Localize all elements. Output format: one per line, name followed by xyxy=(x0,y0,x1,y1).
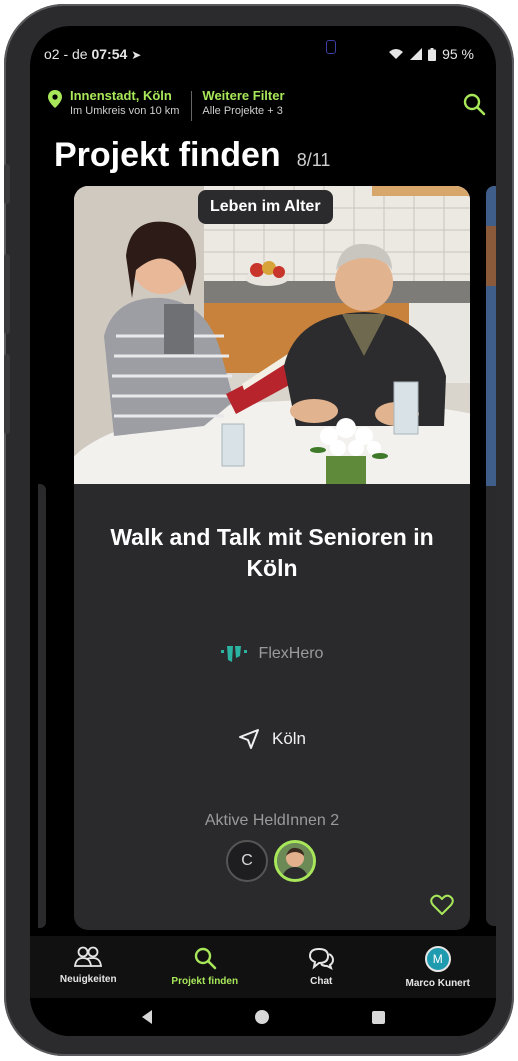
avatar: M xyxy=(424,946,451,972)
next-card-peek[interactable] xyxy=(486,186,496,926)
phone-frame: o2 - de 07:54 ➤ 95 % Innenstadt, Köln Im… xyxy=(4,4,514,1056)
location-pin-icon xyxy=(48,90,62,108)
page-header: Projekt finden 8/11 xyxy=(54,136,330,175)
screen: o2 - de 07:54 ➤ 95 % Innenstadt, Köln Im… xyxy=(30,26,496,1036)
avatar-photo xyxy=(277,843,313,879)
location-filter-radius: Im Umkreis von 10 km xyxy=(70,105,180,117)
recent-apps-icon[interactable] xyxy=(371,1010,385,1024)
side-button xyxy=(4,164,10,204)
status-right: 95 % xyxy=(388,46,474,62)
location-filter[interactable]: Innenstadt, Köln Im Umkreis von 10 km xyxy=(70,88,179,119)
tab-label: Marco Kunert xyxy=(405,978,470,989)
tab-chat[interactable]: Chat xyxy=(263,936,380,998)
search-icon[interactable] xyxy=(462,92,486,116)
chat-icon xyxy=(309,947,335,970)
more-filters-title: Weitere Filter xyxy=(202,88,285,103)
battery-percent: 95 % xyxy=(442,46,474,62)
more-filters-summary: Alle Projekte + 3 xyxy=(202,105,283,117)
organization-name: FlexHero xyxy=(258,645,324,662)
tab-label: Chat xyxy=(310,976,333,987)
heart-icon[interactable] xyxy=(430,894,454,916)
organization-row[interactable]: FlexHero xyxy=(74,642,470,666)
status-left: o2 - de 07:54 ➤ xyxy=(44,46,141,62)
front-camera xyxy=(326,40,336,54)
status-bar: o2 - de 07:54 ➤ 95 % xyxy=(30,26,496,86)
back-icon[interactable] xyxy=(141,1010,152,1024)
tab-label: Projekt finden xyxy=(171,976,239,987)
next-card-image xyxy=(486,186,496,486)
category-badge: Leben im Alter xyxy=(198,190,333,224)
previous-card-peek[interactable] xyxy=(38,484,46,928)
project-image xyxy=(74,186,470,484)
signal-icon xyxy=(410,48,423,60)
project-card[interactable]: Leben im Alter Walk and Talk mit Seniore… xyxy=(74,186,470,930)
tab-profile[interactable]: M Marco Kunert xyxy=(380,936,497,998)
system-nav-bar xyxy=(30,998,496,1036)
carrier: o2 - de xyxy=(44,46,88,62)
avatar[interactable]: C xyxy=(226,840,268,882)
tab-label: Neuigkeiten xyxy=(59,974,117,985)
filter-bar: Innenstadt, Köln Im Umkreis von 10 km We… xyxy=(48,88,478,126)
tab-find-project[interactable]: Projekt finden xyxy=(147,936,264,998)
more-filters[interactable]: Weitere Filter Alle Projekte + 3 xyxy=(202,88,284,119)
wifi-icon xyxy=(389,49,404,59)
people-icon xyxy=(74,946,103,967)
filter-divider xyxy=(191,91,193,121)
heroes-avatars: C xyxy=(226,840,316,882)
search-icon xyxy=(194,947,217,970)
bottom-tab-bar: Neuigkeiten Projekt finden Chat M Marco … xyxy=(30,936,496,998)
project-title: Walk and Talk mit Senioren in Köln xyxy=(110,524,434,581)
location-arrow-icon: ➤ xyxy=(131,48,142,62)
battery-icon xyxy=(428,47,437,61)
volume-down-button xyxy=(4,354,10,434)
volume-up-button xyxy=(4,254,10,334)
active-heroes-label: Aktive HeldInnen 2 xyxy=(204,812,340,829)
clock: 07:54 xyxy=(91,46,128,62)
project-counter: 8/11 xyxy=(296,150,331,170)
page-title: Projekt finden xyxy=(54,136,281,174)
tab-news[interactable]: Neuigkeiten xyxy=(30,936,147,998)
city-name: Köln xyxy=(271,729,307,748)
city-row: Köln xyxy=(74,728,470,750)
location-filter-title: Innenstadt, Köln xyxy=(70,88,172,103)
home-icon[interactable] xyxy=(254,1010,269,1024)
navigation-arrow-icon xyxy=(238,729,259,749)
avatar[interactable] xyxy=(274,840,316,882)
flexhero-logo-icon xyxy=(220,646,247,662)
